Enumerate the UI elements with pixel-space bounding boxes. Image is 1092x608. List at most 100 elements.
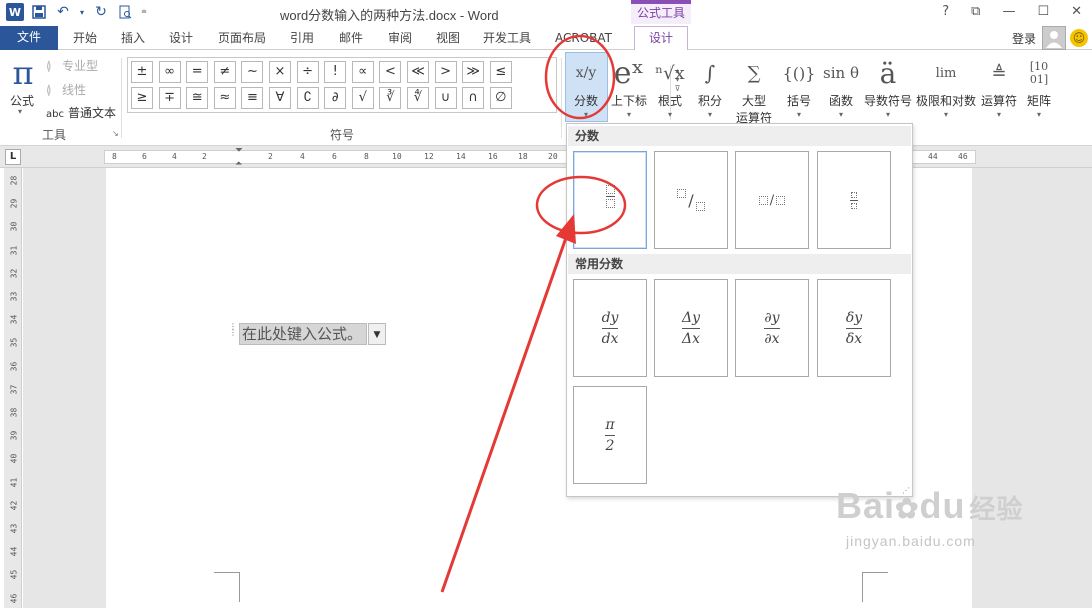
denominator-placeholder xyxy=(776,195,786,205)
symbol-button[interactable]: ≥ xyxy=(131,87,153,109)
maximize-icon[interactable]: ☐ xyxy=(1037,4,1049,19)
feedback-smile-icon[interactable]: ☺ xyxy=(1070,29,1088,47)
indent-marker-icon[interactable]: ⏷ xyxy=(235,145,243,156)
professional-icon: ≬ xyxy=(46,59,52,73)
structure-limit-log-button[interactable]: lim 极限和对数 ▾ xyxy=(914,54,978,120)
symbol-button[interactable]: ≡ xyxy=(241,87,264,109)
undo-icon[interactable]: ↶ xyxy=(54,3,72,21)
symbol-button[interactable]: ∞ xyxy=(158,61,181,83)
tab-view[interactable]: 视图 xyxy=(436,29,460,49)
professional-option[interactable]: ≬ 专业型 xyxy=(46,57,98,74)
structure-script-button[interactable]: eˣ 上下标 ▾ xyxy=(607,54,651,120)
symbol-button[interactable]: ∪ xyxy=(434,87,457,109)
undo-dropdown-icon[interactable]: ▾ xyxy=(78,3,86,21)
skewed-fraction-tile[interactable]: / xyxy=(654,151,728,249)
symbol-button[interactable]: ∂ xyxy=(324,87,347,109)
login-link[interactable]: 登录 xyxy=(1012,30,1036,47)
integral-icon: ∫ xyxy=(704,61,716,85)
redo-icon[interactable]: ↻ xyxy=(92,3,110,21)
tab-design[interactable]: 设计 xyxy=(169,29,193,49)
structure-accent-button[interactable]: ä 导数符号 ▾ xyxy=(860,54,916,120)
structure-operator-button[interactable]: ≜ 运算符 ▾ xyxy=(978,54,1020,120)
small-fraction-tile[interactable] xyxy=(817,151,891,249)
symbol-button[interactable]: ∝ xyxy=(351,61,374,83)
common-fraction-tile[interactable]: dy dx xyxy=(573,279,647,377)
symbol-button[interactable]: ≈ xyxy=(213,87,236,109)
print-preview-icon[interactable] xyxy=(116,3,134,21)
tools-launcher-icon[interactable]: ↘ xyxy=(112,129,119,138)
symbol-button[interactable]: ~ xyxy=(241,61,264,83)
help-icon[interactable]: ? xyxy=(942,4,949,19)
tab-equation-design[interactable]: 设计 xyxy=(634,26,688,51)
symbol-button[interactable]: ! xyxy=(324,61,347,83)
ruler-tick-label: 33 xyxy=(9,291,19,302)
tab-selector[interactable]: L xyxy=(5,149,21,165)
tab-mailings[interactable]: 邮件 xyxy=(339,29,363,49)
symbol-button[interactable]: ∩ xyxy=(462,87,485,109)
symbol-button[interactable]: = xyxy=(186,61,209,83)
save-icon[interactable] xyxy=(30,3,48,21)
structure-function-button[interactable]: sin θ 函数 ▾ xyxy=(821,54,861,119)
close-icon[interactable]: ✕ xyxy=(1071,4,1082,19)
symbol-button[interactable]: ∀ xyxy=(269,87,291,109)
tab-home[interactable]: 开始 xyxy=(73,29,97,49)
customize-qat-icon[interactable]: ⩧ xyxy=(140,3,148,21)
linear-icon: ≬ xyxy=(46,83,52,97)
symbol-button[interactable]: ÷ xyxy=(296,61,319,83)
ribbon-display-icon[interactable]: ⧉ xyxy=(971,4,980,19)
common-fraction-tile[interactable]: π2 xyxy=(573,386,647,484)
symbol-button[interactable]: ∜ xyxy=(407,87,429,109)
linear-fraction-tile[interactable]: / xyxy=(735,151,809,249)
document-title: word分数输入的两种方法.docx - Word xyxy=(280,8,499,23)
equation-dropdown-icon[interactable]: ▾ xyxy=(18,107,22,116)
tab-developer[interactable]: 开发工具 xyxy=(483,29,531,49)
symbol-button[interactable]: ≠ xyxy=(213,61,236,83)
equation-move-handle[interactable]: ⋮ ⋮ xyxy=(229,323,237,342)
tab-file[interactable]: 文件 xyxy=(0,26,58,50)
plain-text-option[interactable]: abc 普通文本 xyxy=(46,104,116,121)
structure-radical-button[interactable]: ⁿ√x 根式 ▾ xyxy=(650,54,690,120)
tab-references[interactable]: 引用 xyxy=(290,29,314,49)
word-logo-icon[interactable]: W xyxy=(6,3,24,21)
stacked-fraction-tile[interactable] xyxy=(573,151,647,249)
symbol-button[interactable]: ≪ xyxy=(407,61,429,83)
symbol-button[interactable]: ∛ xyxy=(379,87,402,109)
ruler-tick-label: 43 xyxy=(9,523,19,534)
tab-insert[interactable]: 插入 xyxy=(121,29,145,49)
symbol-button[interactable]: ∓ xyxy=(158,87,181,109)
linear-option[interactable]: ≬ 线性 xyxy=(46,81,86,98)
symbol-button[interactable]: × xyxy=(269,61,291,83)
symbol-button[interactable]: ≤ xyxy=(489,61,512,83)
chevron-down-icon: ▾ xyxy=(626,110,631,119)
symbol-button[interactable]: ∅ xyxy=(489,87,512,109)
symbol-button[interactable]: ≫ xyxy=(462,61,485,83)
symbol-button[interactable]: √ xyxy=(351,87,374,109)
equation-object[interactable]: ⋮ ⋮ 在此处键入公式。 ▼ xyxy=(229,321,386,347)
tab-page-layout[interactable]: 页面布局 xyxy=(218,29,266,49)
structure-bracket-button[interactable]: {()} 括号 ▾ xyxy=(778,54,820,120)
tab-review[interactable]: 审阅 xyxy=(388,29,412,49)
symbol-button[interactable]: ± xyxy=(131,61,153,83)
symbol-button[interactable]: ∁ xyxy=(296,87,319,109)
symbol-button[interactable]: < xyxy=(379,61,402,83)
equation-input[interactable]: 在此处键入公式。 xyxy=(239,323,367,345)
common-fraction-tile[interactable]: ∂y ∂x xyxy=(735,279,809,377)
ruler-tick-label: 29 xyxy=(9,198,19,209)
symbol-button[interactable]: ≅ xyxy=(186,87,209,109)
equation-options-icon[interactable]: ▼ xyxy=(368,323,386,345)
structure-integral-button[interactable]: ∫ 积分 ▾ xyxy=(691,54,729,119)
common-fraction-tile[interactable]: Δy Δx xyxy=(654,279,728,377)
tab-acrobat[interactable]: ACROBAT xyxy=(555,29,612,49)
structure-fraction-button[interactable]: x/y 分数 ▾ xyxy=(566,54,606,119)
symbol-button[interactable]: > xyxy=(434,61,457,83)
ruler-tick-label: 36 xyxy=(9,361,19,371)
structure-matrix-button[interactable]: [10 01] 矩阵 ▾ xyxy=(1020,54,1058,119)
avatar[interactable] xyxy=(1042,26,1066,50)
fraction-denominator: dx xyxy=(601,330,619,347)
chevron-down-icon: ▾ xyxy=(667,110,672,119)
ribbon: π 公式 ▾ ≬ 专业型 ≬ 线性 abc 普通文本 工具 ↘ ± ∞ = ≠ ~ × ÷! ∝ < ≪… xyxy=(0,50,1092,191)
function-icon: sin θ xyxy=(823,64,859,82)
common-fraction-tile[interactable]: δy δx xyxy=(817,279,891,377)
equation-pi-icon[interactable]: π xyxy=(8,54,38,92)
minimize-icon[interactable]: — xyxy=(1002,4,1015,19)
